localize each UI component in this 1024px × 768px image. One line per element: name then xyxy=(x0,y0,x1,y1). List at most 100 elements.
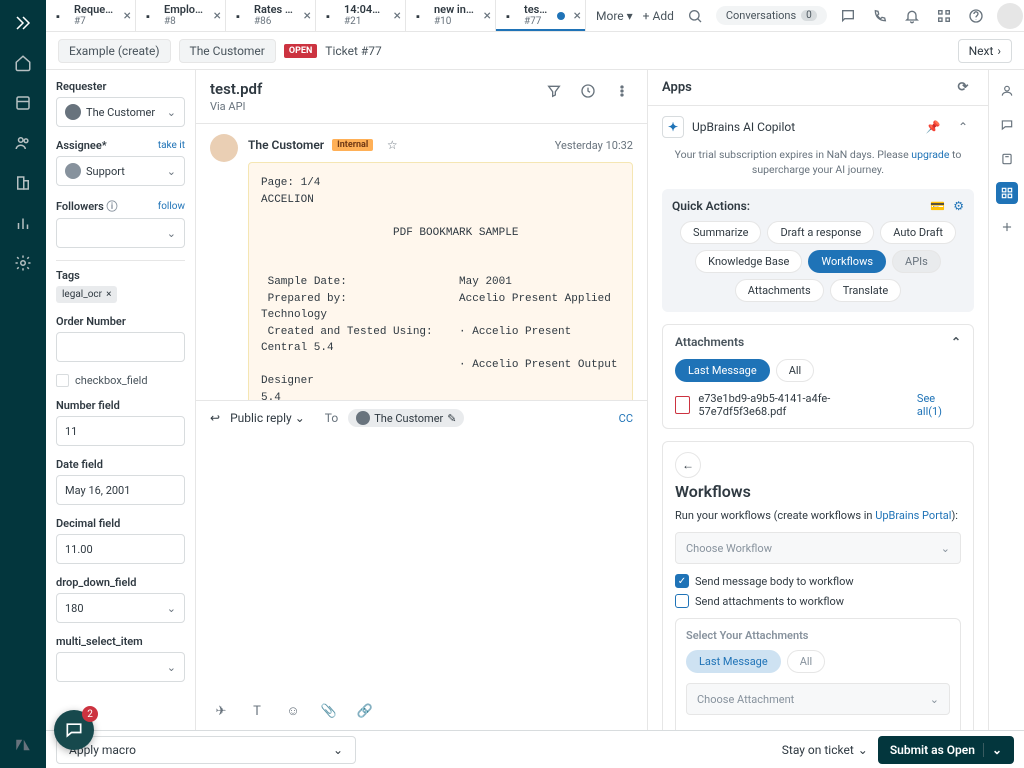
reply-type-select[interactable]: Public reply ⌄ xyxy=(230,411,305,425)
next-button[interactable]: Next › xyxy=(958,39,1012,63)
back-button[interactable]: ← xyxy=(675,452,701,478)
tab-0[interactable]: ▪Reque…#7× xyxy=(46,0,136,31)
tab-5[interactable]: ▪tes…#77× xyxy=(496,0,586,31)
close-icon[interactable]: × xyxy=(394,8,401,24)
send-icon[interactable]: ✈ xyxy=(210,700,232,722)
kb-icon[interactable] xyxy=(996,148,1018,170)
speech-icon[interactable] xyxy=(996,114,1018,136)
org-icon[interactable] xyxy=(8,168,38,198)
decimal-input[interactable]: 11.00 xyxy=(56,534,185,564)
submit-dropdown[interactable]: ⌄ xyxy=(983,743,1002,757)
pill-auto-draft[interactable]: Auto Draft xyxy=(880,221,956,244)
plus-icon[interactable] xyxy=(996,216,1018,238)
user-icon[interactable] xyxy=(996,80,1018,102)
see-all-link[interactable]: See all(1) xyxy=(917,392,961,418)
reply-editor[interactable] xyxy=(196,435,647,691)
chip-last-msg-2[interactable]: Last Message xyxy=(686,650,781,673)
apply-macro[interactable]: Apply macro⌄ xyxy=(56,736,356,764)
submit-button[interactable]: Submit as Open⌄ xyxy=(878,736,1014,764)
edit-icon[interactable]: ✎ xyxy=(447,412,456,425)
followers-label: Followers ⓘ xyxy=(56,198,118,214)
number-input[interactable]: 11 xyxy=(56,416,185,446)
order-input[interactable] xyxy=(56,332,185,362)
views-icon[interactable] xyxy=(8,88,38,118)
pill-apis[interactable]: APIs xyxy=(892,250,941,273)
chip-last-message[interactable]: Last Message xyxy=(675,359,770,382)
requester-select[interactable]: The Customer⌄ xyxy=(56,97,185,127)
cb-send-body[interactable] xyxy=(675,574,689,588)
help-icon[interactable] xyxy=(965,5,987,27)
chat-widget[interactable]: 2 xyxy=(54,710,94,750)
close-icon[interactable]: × xyxy=(574,8,581,24)
app-name: UpBrains AI Copilot xyxy=(692,120,795,134)
close-icon[interactable]: × xyxy=(124,8,131,24)
apps-icon[interactable] xyxy=(996,182,1018,204)
gear-icon[interactable]: ⚙ xyxy=(953,199,964,213)
chip-all-2[interactable]: All xyxy=(787,650,826,673)
to-chip[interactable]: The Customer ✎ xyxy=(348,409,464,427)
attachment-select[interactable]: Choose Attachment⌄ xyxy=(686,683,950,715)
pill-kb[interactable]: Knowledge Base xyxy=(695,250,802,273)
chip-all[interactable]: All xyxy=(776,359,815,382)
conversations-chip[interactable]: Conversations0 xyxy=(716,6,827,25)
apps-grid-icon[interactable] xyxy=(933,5,955,27)
tab-3[interactable]: ▪14:04…#21× xyxy=(316,0,406,31)
pill-draft[interactable]: Draft a response xyxy=(767,221,874,244)
pill-translate[interactable]: Translate xyxy=(830,279,902,302)
add-button[interactable]: + Add xyxy=(643,9,674,23)
date-input[interactable]: May 16, 2001 xyxy=(56,475,185,505)
phone-icon[interactable] xyxy=(869,5,891,27)
take-it-link[interactable]: take it xyxy=(158,140,185,151)
bell-icon[interactable] xyxy=(901,5,923,27)
search-icon[interactable] xyxy=(684,5,706,27)
assignee-select[interactable]: Support⌄ xyxy=(56,156,185,186)
home-icon[interactable] xyxy=(8,48,38,78)
close-icon[interactable]: × xyxy=(304,8,311,24)
tab-1[interactable]: ▪Emplo…#8× xyxy=(136,0,226,31)
tag-chip[interactable]: legal_ocr × xyxy=(56,286,117,303)
refresh-icon[interactable]: ⟳ xyxy=(952,77,974,99)
cb-send-attach[interactable] xyxy=(675,594,689,608)
dropdown-select[interactable]: 180⌄ xyxy=(56,593,185,623)
attach-icon[interactable]: 📎 xyxy=(318,700,340,722)
stay-on-ticket[interactable]: Stay on ticket ⌄ xyxy=(782,743,868,757)
portal-link[interactable]: UpBrains Portal xyxy=(875,509,951,522)
upgrade-link[interactable]: upgrade xyxy=(911,148,949,161)
wallet-icon[interactable]: 💳 xyxy=(930,199,945,213)
chat-icon[interactable] xyxy=(837,5,859,27)
pill-attachments[interactable]: Attachments xyxy=(735,279,824,302)
multiselect[interactable]: ⌄ xyxy=(56,652,185,682)
followers-select[interactable]: ⌄ xyxy=(56,218,185,248)
attachments-section: Attachments⌃ Last Message All e73e1bd9-a… xyxy=(662,324,974,429)
chat-badge: 2 xyxy=(82,706,98,722)
cc-link[interactable]: CC xyxy=(619,412,633,425)
avatar[interactable] xyxy=(997,3,1023,29)
more-icon[interactable] xyxy=(611,80,633,102)
star-icon[interactable]: ☆ xyxy=(381,134,403,156)
workflow-select[interactable]: Choose Workflow⌄ xyxy=(675,532,961,564)
close-icon[interactable]: × xyxy=(484,8,491,24)
remove-tag-icon[interactable]: × xyxy=(106,289,111,300)
close-icon[interactable]: × xyxy=(214,8,221,24)
pill-summarize[interactable]: Summarize xyxy=(680,221,761,244)
tab-2[interactable]: ▪Rates …#86× xyxy=(226,0,316,31)
link-icon[interactable]: 🔗 xyxy=(354,700,376,722)
tab-4[interactable]: ▪new in…#10× xyxy=(406,0,496,31)
filter-icon[interactable] xyxy=(543,80,565,102)
collapse-icon[interactable]: ⌃ xyxy=(952,116,974,138)
crumb-example[interactable]: Example (create) xyxy=(58,39,171,63)
crumb-customer[interactable]: The Customer xyxy=(179,39,276,63)
customers-icon[interactable] xyxy=(8,128,38,158)
checkbox-field[interactable] xyxy=(56,374,69,387)
history-icon[interactable] xyxy=(577,80,599,102)
collapse-icon[interactable]: ⌃ xyxy=(951,335,961,349)
attachment-filename[interactable]: e73e1bd9-a9b5-4141-a4fe-57e7df5f3e68.pdf xyxy=(698,392,908,418)
text-format-icon[interactable]: T xyxy=(246,700,268,722)
pill-workflows[interactable]: Workflows xyxy=(808,250,886,273)
follow-link[interactable]: follow xyxy=(158,201,185,212)
admin-icon[interactable] xyxy=(8,248,38,278)
pin-icon[interactable]: 📌 xyxy=(922,116,944,138)
more-tabs[interactable]: More ▾ xyxy=(596,9,633,23)
emoji-icon[interactable]: ☺ xyxy=(282,700,304,722)
reporting-icon[interactable] xyxy=(8,208,38,238)
